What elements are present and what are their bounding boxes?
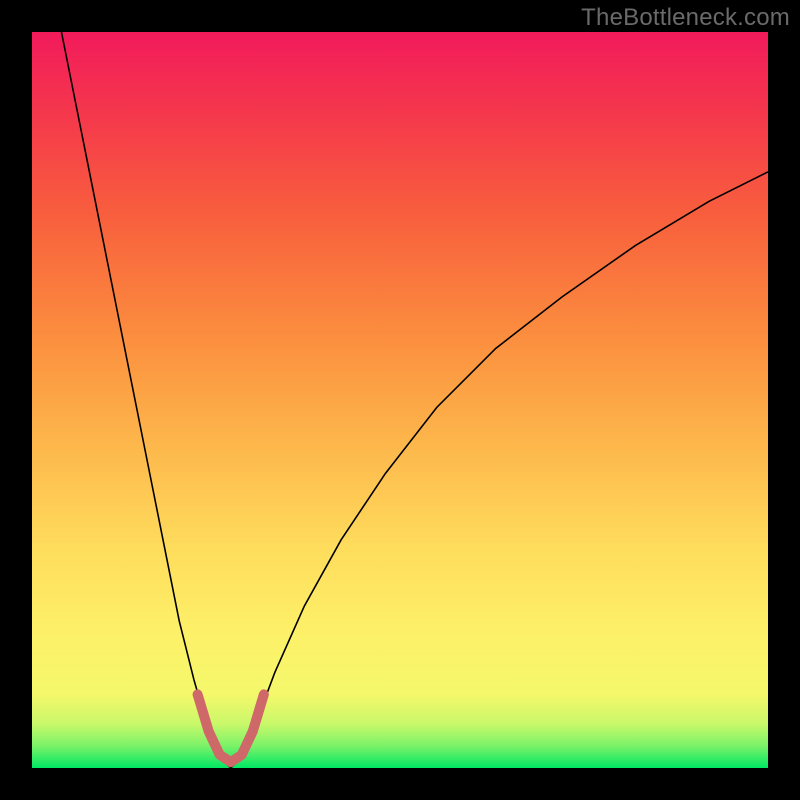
gradient-background bbox=[32, 32, 768, 768]
chart-frame: TheBottleneck.com bbox=[0, 0, 800, 800]
plot-area bbox=[32, 32, 768, 768]
chart-svg bbox=[32, 32, 768, 768]
watermark-text: TheBottleneck.com bbox=[581, 4, 790, 32]
